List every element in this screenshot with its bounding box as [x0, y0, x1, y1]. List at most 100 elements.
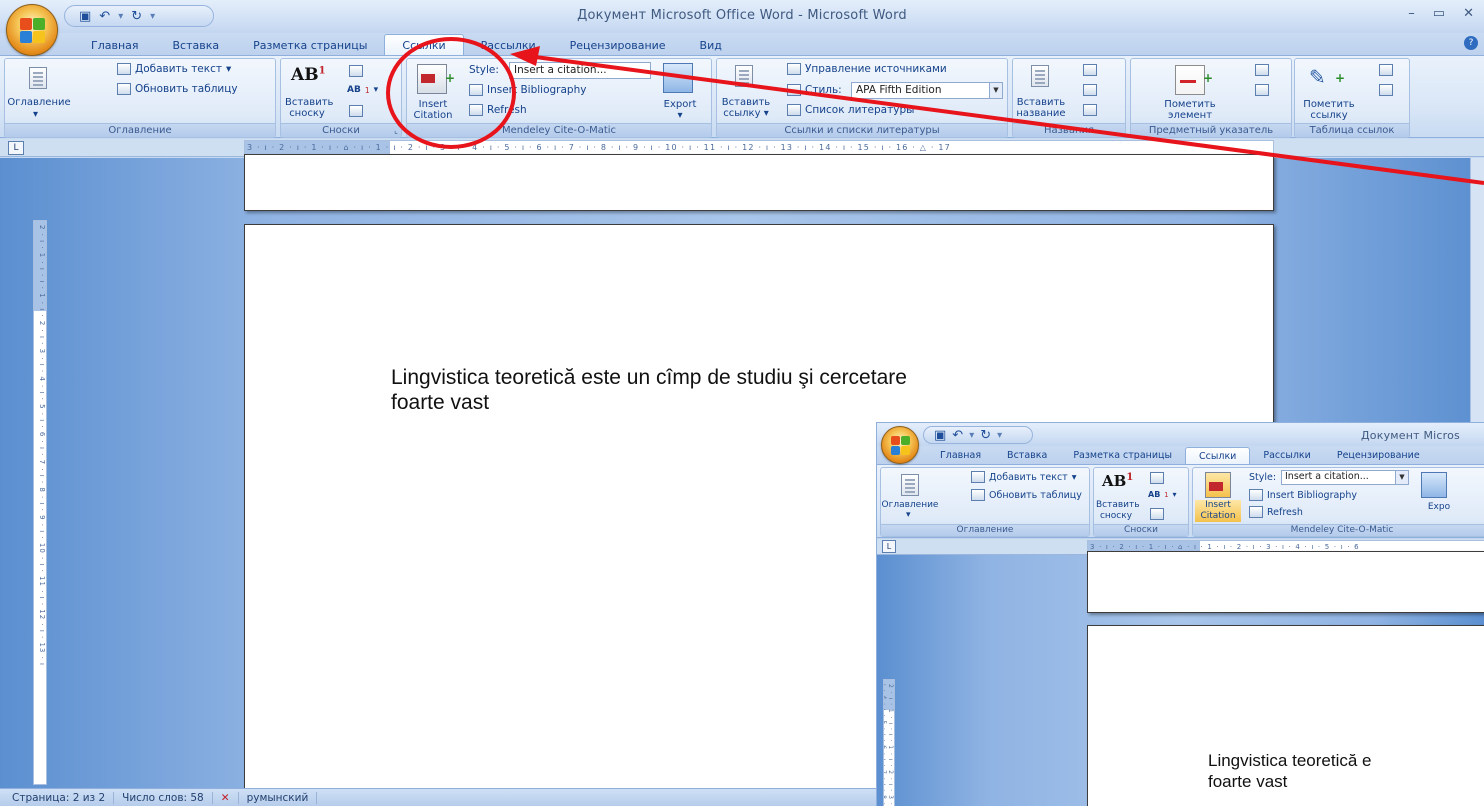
inset-page-current[interactable]: Lingvistica teoretică e foarte vast — [1087, 625, 1484, 806]
inset-ribbon: Оглавление ▾ Добавить текст ▾ Обновить т… — [877, 464, 1484, 538]
mark-entry-button[interactable]: Пометить элемент — [1155, 99, 1225, 121]
inset-tab-home[interactable]: Главная — [927, 447, 994, 464]
help-icon[interactable]: ? — [1464, 36, 1478, 50]
inset-tab-page-layout[interactable]: Разметка страницы — [1060, 447, 1185, 464]
office-button[interactable] — [6, 4, 58, 56]
inset-refresh-button[interactable]: Refresh — [1249, 506, 1303, 518]
export-icon — [1421, 472, 1447, 498]
proofing-error-icon[interactable]: ✕ — [213, 791, 239, 804]
restore-icon[interactable]: ▭ — [1433, 6, 1445, 21]
inset-insert-bibliography-button[interactable]: Insert Bibliography — [1249, 489, 1357, 501]
inset-refresh-label: Refresh — [1267, 506, 1303, 518]
ribbon-tabs: Главная Вставка Разметка страницы Ссылки… — [0, 33, 1484, 56]
tab-view[interactable]: Вид — [683, 35, 739, 55]
inset-update-table-button[interactable]: Обновить таблицу — [971, 489, 1082, 501]
redo-icon[interactable]: ↻ — [980, 429, 991, 442]
tab-page-layout[interactable]: Разметка страницы — [236, 35, 384, 55]
tab-stop-selector[interactable]: L — [882, 540, 896, 553]
vertical-ruler[interactable]: 2 · ı · 1 · ı · ı · 1 · ı · 2 · ı · 3 · … — [33, 220, 47, 785]
citation-style-label-row: Стиль: — [787, 84, 842, 96]
show-notes-icon[interactable] — [1150, 508, 1164, 520]
update-table-icon[interactable] — [1083, 84, 1097, 96]
inset-page-previous[interactable] — [1087, 551, 1484, 613]
mark-citation-button[interactable]: Пометить ссылку — [1299, 99, 1359, 121]
inset-document-text[interactable]: Lingvistica teoretică e foarte vast — [1208, 750, 1371, 792]
insert-caption-label-2: название — [1016, 108, 1066, 119]
inset-next-footnote-button[interactable]: AB 1 ▾ — [1148, 490, 1177, 499]
inset-tab-references[interactable]: Ссылки — [1185, 447, 1251, 465]
tab-review[interactable]: Рецензирование — [553, 35, 683, 55]
toc-dropdown-icon[interactable]: ▾ — [906, 510, 911, 521]
insert-table-of-figures-icon[interactable] — [1083, 64, 1097, 76]
export-button[interactable]: Export ▾ — [655, 99, 705, 121]
update-table-button[interactable]: Обновить таблицу — [117, 83, 238, 95]
undo-icon[interactable]: ↶ — [99, 10, 110, 23]
add-text-icon — [971, 471, 985, 483]
inset-mendeley-style-select[interactable]: Insert a citation... ▼ — [1281, 470, 1409, 485]
inset-vertical-ruler[interactable]: 2 · ı · 1 · ı · ı · 1 · ı · 2 · ı · 3 · … — [883, 679, 895, 806]
quick-access-toolbar: ▣ ↶ ▾ ↻ ▾ — [64, 5, 214, 27]
manage-sources-button[interactable]: Управление источниками — [787, 63, 947, 75]
minimize-icon[interactable]: – — [1408, 6, 1415, 21]
inset-tab-insert[interactable]: Вставка — [994, 447, 1060, 464]
mark-entry-label-1: Пометить — [1164, 99, 1216, 110]
inset-add-text-button[interactable]: Добавить текст ▾ — [971, 471, 1077, 483]
inset-group-toc: Оглавление ▾ Добавить текст ▾ Обновить т… — [880, 467, 1090, 537]
cross-reference-icon[interactable] — [1083, 104, 1097, 116]
insert-toa-icon[interactable] — [1379, 64, 1393, 76]
insert-footnote-button[interactable]: Вставить сноску — [285, 97, 333, 119]
bibliography-button[interactable]: Список литературы — [787, 104, 914, 116]
toc-dropdown-icon[interactable]: ▾ — [33, 109, 38, 120]
inset-office-button[interactable] — [881, 426, 919, 464]
tab-home[interactable]: Главная — [74, 35, 156, 55]
inset-insert-citation-button[interactable]: Insert Citation — [1195, 500, 1241, 522]
group-label-index: Предметный указатель — [1131, 123, 1291, 137]
group-label-footnotes: Сноски — [281, 123, 401, 137]
close-icon[interactable]: ✕ — [1463, 6, 1474, 21]
insert-caption-button[interactable]: Вставить название — [1015, 97, 1067, 119]
insert-endnote-icon[interactable] — [349, 65, 363, 77]
insert-index-icon[interactable] — [1255, 64, 1269, 76]
inset-export-button[interactable]: Expo — [1419, 502, 1459, 513]
citation-style-select[interactable]: APA Fifth Edition ▼ — [851, 82, 1003, 99]
document-text[interactable]: Lingvistica teoretică este un cîmp de st… — [391, 365, 907, 415]
tab-stop-selector[interactable]: L — [8, 141, 24, 155]
mendeley-style-select[interactable]: Insert a citation... — [509, 62, 651, 79]
citation-style-value: APA Fifth Edition — [856, 84, 942, 96]
save-icon[interactable]: ▣ — [934, 429, 946, 442]
page-previous[interactable] — [244, 154, 1274, 211]
update-toa-icon[interactable] — [1379, 84, 1393, 96]
toc-button[interactable]: Оглавление — [7, 97, 71, 108]
insert-link-button[interactable]: Вставить ссылку ▾ — [721, 97, 771, 119]
status-words[interactable]: Число слов: 58 — [114, 791, 213, 804]
horizontal-ruler[interactable]: 3 · ı · 2 · ı · 1 · ı · ⌂ · ı · 1 · ı · … — [244, 140, 1274, 155]
insert-citation-icon — [1205, 472, 1231, 498]
tab-insert[interactable]: Вставка — [156, 35, 237, 55]
undo-dropdown-icon[interactable]: ▾ — [118, 11, 123, 22]
status-page[interactable]: Страница: 2 из 2 — [4, 791, 115, 804]
update-index-icon[interactable] — [1255, 84, 1269, 96]
undo-icon[interactable]: ↶ — [952, 429, 963, 442]
manage-sources-label: Управление источниками — [805, 63, 947, 75]
update-table-icon — [971, 489, 985, 501]
inset-insert-footnote-button[interactable]: Вставить сноску — [1096, 500, 1140, 522]
add-text-button[interactable]: Добавить текст ▾ — [117, 63, 231, 75]
mark-entry-label-2: элемент — [1167, 110, 1213, 121]
save-icon[interactable]: ▣ — [79, 10, 91, 23]
customize-qat-icon[interactable]: ▾ — [150, 11, 155, 22]
title-bar: Документ Microsoft Office Word - Microso… — [0, 0, 1484, 34]
group-toc: Оглавление ▾ Добавить текст ▾ Обновить т… — [4, 58, 276, 138]
undo-dropdown-icon[interactable]: ▾ — [969, 430, 974, 441]
update-table-icon — [117, 83, 131, 95]
insert-endnote-icon[interactable] — [1150, 472, 1164, 484]
chevron-down-icon: ▼ — [1395, 471, 1408, 484]
document-line-2: foarte vast — [391, 391, 490, 414]
footnotes-launcher-icon[interactable]: ⌞ — [394, 126, 398, 135]
show-notes-icon[interactable] — [349, 105, 363, 117]
customize-qat-icon[interactable]: ▾ — [997, 430, 1002, 441]
next-footnote-button[interactable]: AB 1 ▾ — [347, 85, 378, 95]
redo-icon[interactable]: ↻ — [131, 10, 142, 23]
status-language[interactable]: румынский — [239, 791, 318, 804]
inset-tab-mailings[interactable]: Рассылки — [1250, 447, 1323, 464]
inset-tab-review[interactable]: Рецензирование — [1324, 447, 1433, 464]
